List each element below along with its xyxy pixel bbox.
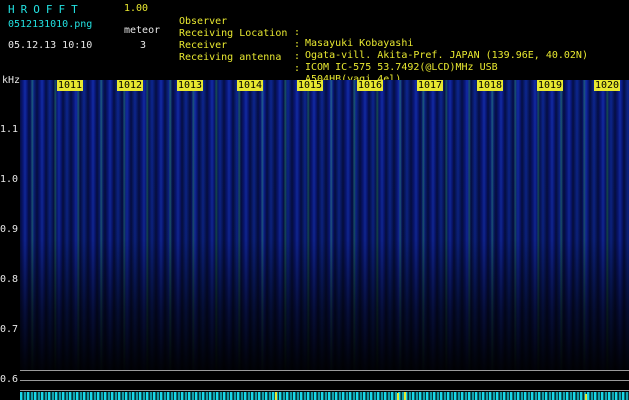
time-label-1011: 1011	[57, 80, 84, 91]
level-spike	[275, 392, 277, 400]
observer-colon: :	[294, 27, 301, 38]
level-spike	[397, 393, 399, 400]
mode-label: meteor	[124, 25, 161, 36]
time-label-1015: 1015	[297, 80, 324, 91]
antenna-label: Receiving antenna	[179, 52, 282, 63]
signal-level-bar	[20, 392, 629, 400]
time-label-1017: 1017	[417, 80, 444, 91]
y-label-0-7: 0.7	[0, 324, 19, 335]
time-label-1014: 1014	[237, 80, 264, 91]
time-label-1013: 1013	[177, 80, 204, 91]
y-label-1-1: 1.1	[0, 124, 19, 135]
location-colon: :	[294, 39, 301, 50]
time-label-1019: 1019	[537, 80, 564, 91]
location-value: Ogata-vill. Akita-Pref. JAPAN (139.96E, …	[305, 50, 588, 61]
time-label-1012: 1012	[117, 80, 144, 91]
y-label-0-6: 0.6	[0, 374, 19, 385]
datetime: 05.12.13 10:10	[8, 40, 93, 51]
level-spike	[404, 392, 406, 400]
spectrogram	[20, 80, 629, 370]
app-version: 1.00	[124, 3, 149, 14]
receiver-value: ICOM IC-575 53.7492(@LCD)MHz USB	[305, 62, 498, 73]
observer-value: Masayuki Kobayashi	[305, 38, 414, 49]
divider-line-bottom	[20, 390, 629, 391]
time-label-1020: 1020	[594, 80, 621, 91]
level-spike	[585, 394, 587, 400]
app-title: HROFFT	[8, 3, 84, 16]
time-label-1016: 1016	[357, 80, 384, 91]
y-label-1-0: 1.0	[0, 174, 19, 185]
y-unit-label: kHz	[2, 75, 21, 86]
divider-line-top	[20, 370, 629, 371]
time-label-1018: 1018	[477, 80, 504, 91]
divider-line-middle	[20, 380, 629, 381]
event-count: 3	[140, 40, 147, 51]
y-label-0-8: 0.8	[0, 274, 19, 285]
antenna-colon: :	[294, 63, 301, 74]
receiver-colon: :	[294, 51, 301, 62]
y-label-0-9: 0.9	[0, 224, 19, 235]
file-name: 0512131010.png	[8, 19, 93, 30]
